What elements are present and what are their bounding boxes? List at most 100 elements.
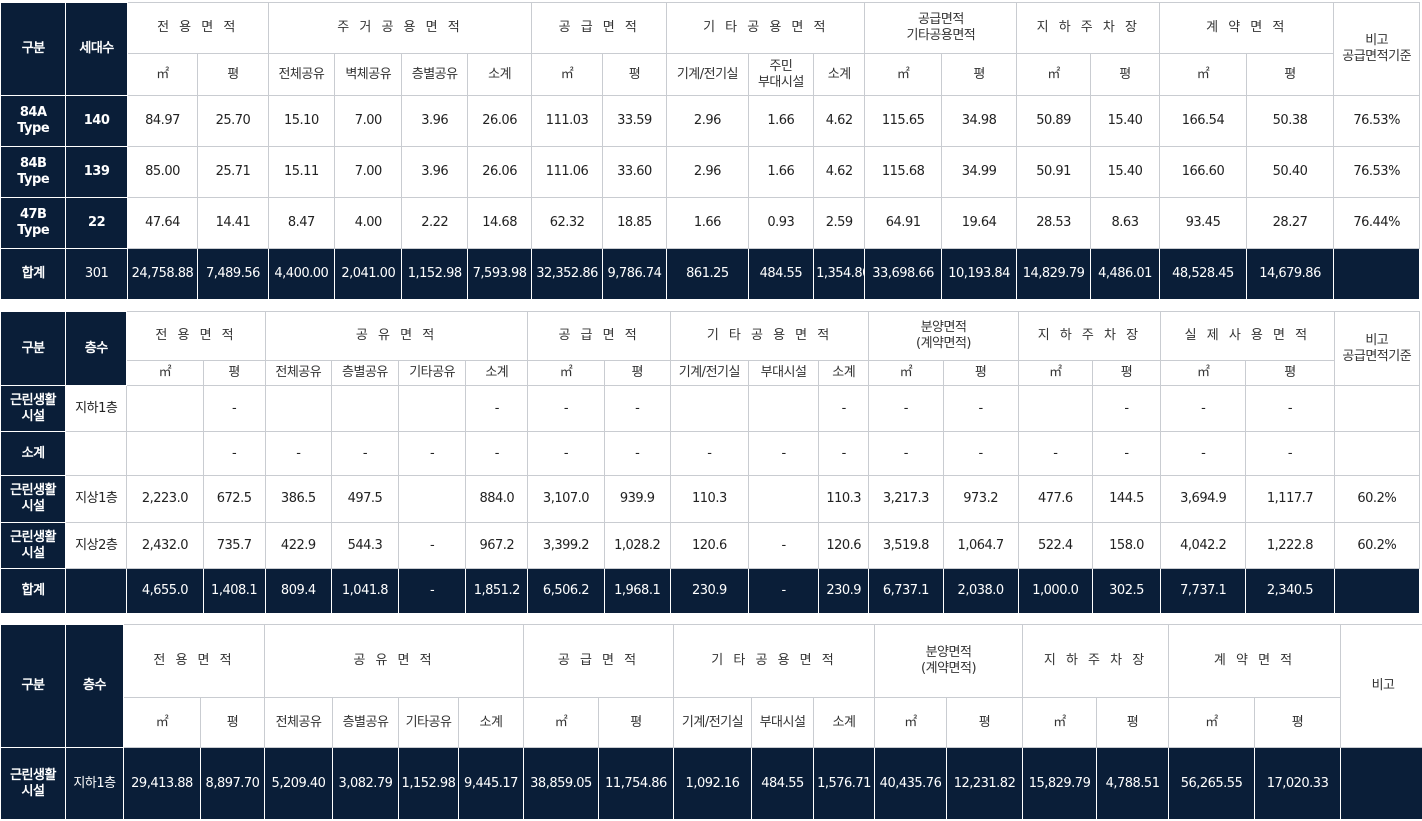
table-cell: 2.22 bbox=[401, 197, 468, 249]
table-cell bbox=[747, 475, 820, 523]
subheader-cell: 평 bbox=[1254, 697, 1342, 748]
table-cell: - bbox=[868, 385, 944, 432]
header-residential-common-area: 주 거 공 용 면 적 bbox=[267, 2, 533, 54]
table-cell: 62.32 bbox=[531, 197, 603, 249]
table-cell: 28.27 bbox=[1245, 197, 1335, 249]
table-cell: 3,082.79 bbox=[332, 747, 399, 820]
total-cell: 1,354.80 bbox=[813, 248, 866, 300]
table-cell: 115.68 bbox=[864, 146, 942, 198]
header-contract-area: 계 약 면 적 bbox=[1168, 624, 1342, 698]
table-cell: 672.5 bbox=[202, 475, 266, 523]
subheader-cell: 평 bbox=[1096, 697, 1170, 748]
subheader-cell: 부대시설 bbox=[751, 697, 814, 748]
total-cell: 48,528.45 bbox=[1159, 248, 1247, 300]
table-row: 소계 - - - - - - - - - - - - - - - - bbox=[0, 431, 1421, 476]
table-cell: 64.91 bbox=[864, 197, 942, 249]
table-cell bbox=[398, 475, 467, 523]
total-cell: 14,829.79 bbox=[1016, 248, 1091, 300]
table-cell bbox=[264, 385, 332, 432]
table-cell: 735.7 bbox=[202, 522, 266, 569]
table-cell: 12,231.82 bbox=[946, 747, 1024, 820]
table-cell: 111.06 bbox=[531, 146, 603, 198]
table-cell: 4.62 bbox=[813, 95, 866, 147]
table-cell: 110.3 bbox=[669, 475, 749, 523]
total-cell: 1,041.8 bbox=[330, 568, 400, 614]
table-cell: 11,754.86 bbox=[598, 747, 674, 820]
table-cell: 33.60 bbox=[601, 146, 668, 198]
table-cell bbox=[1017, 385, 1093, 432]
table-cell: 76.53% bbox=[1333, 146, 1420, 198]
table-cell: 26.06 bbox=[466, 95, 533, 147]
table-cell: 2.96 bbox=[666, 146, 749, 198]
row-label: 근린생활 시설 bbox=[0, 385, 67, 432]
subheader-cell: ㎡ bbox=[868, 360, 944, 386]
subheader-cell: 평 bbox=[202, 360, 266, 386]
table-cell: 4,042.2 bbox=[1160, 522, 1247, 569]
table-row: 84B Type 139 85.00 25.71 15.11 7.00 3.96 26.06 1… bbox=[0, 146, 1420, 198]
header-underground-parking: 지 하 주 차 장 bbox=[1017, 311, 1162, 361]
table-cell: - bbox=[669, 431, 749, 476]
table-cell: - bbox=[1160, 431, 1247, 476]
total-cell: - bbox=[747, 568, 820, 614]
table-cell: 38,859.05 bbox=[523, 747, 599, 820]
subheader-row: ㎡ 평 전체공유 층별공유 기타공유 소계 ㎡ 평 기계/전기실 부대시설 소계 ㎡ 평 ㎡ 평 ㎡ 평 bbox=[1, 697, 1422, 748]
subheader-cell: ㎡ bbox=[527, 360, 605, 386]
header-note: 비고 공급면적기준 bbox=[1333, 2, 1420, 96]
table-cell: 14.68 bbox=[466, 197, 533, 249]
subheader-cell: 평 bbox=[598, 697, 674, 748]
header-floor: 층수 bbox=[65, 624, 124, 748]
subheader-cell: ㎡ bbox=[874, 697, 948, 748]
total-cell bbox=[1333, 568, 1421, 614]
table-cell: 2,432.0 bbox=[126, 522, 204, 569]
subheader-cell: 소계 bbox=[818, 360, 870, 386]
subheader-cell: 소계 bbox=[466, 53, 533, 96]
table-cell: 1,222.8 bbox=[1245, 522, 1335, 569]
household-count-cell: 140 bbox=[65, 95, 128, 147]
subheader-cell: ㎡ bbox=[523, 697, 599, 748]
table-cell: 1,117.7 bbox=[1245, 475, 1335, 523]
table-cell: - bbox=[398, 522, 467, 569]
header-other-common-area: 기 타 공 용 면 적 bbox=[669, 311, 870, 361]
table-cell: 1,092.16 bbox=[673, 747, 752, 820]
total-count-cell: 301 bbox=[65, 248, 128, 300]
table-cell: 2,223.0 bbox=[126, 475, 204, 523]
total-cell: - bbox=[398, 568, 467, 614]
subheader-cell: 소계 bbox=[812, 697, 876, 748]
table-cell: 884.0 bbox=[465, 475, 529, 523]
table-cell: 47.64 bbox=[126, 197, 199, 249]
subheader-cell: 기계/전기실 bbox=[669, 360, 749, 386]
table-cell: - bbox=[1091, 431, 1162, 476]
table-cell: 158.0 bbox=[1091, 522, 1162, 569]
total-cell: 2,041.00 bbox=[334, 248, 403, 300]
subheader-cell: 평 bbox=[1245, 53, 1335, 96]
total-cell: 33,698.66 bbox=[864, 248, 942, 300]
table-cell: 522.4 bbox=[1017, 522, 1093, 569]
subheader-cell: 소계 bbox=[458, 697, 524, 748]
table-cell bbox=[330, 385, 400, 432]
table-cell: 33.59 bbox=[601, 95, 668, 147]
header-sale-area: 분양면적 (계약면적) bbox=[868, 311, 1019, 361]
table-cell: 3.96 bbox=[401, 95, 468, 147]
table-row: 근린생활 시설 지하1층 29,413.88 8,897.70 5,209.40 3,08… bbox=[0, 747, 1422, 820]
total-cell: 7,489.56 bbox=[197, 248, 269, 300]
row-type-label: 84A Type bbox=[0, 95, 67, 147]
table-cell: 120.6 bbox=[669, 522, 749, 569]
table-cell: 1.66 bbox=[747, 95, 815, 147]
total-cell: 484.55 bbox=[747, 248, 815, 300]
floor-cell bbox=[65, 568, 128, 614]
header-shared-area: 공 유 면 적 bbox=[264, 624, 524, 698]
total-cell: 1,408.1 bbox=[202, 568, 266, 614]
header-gubun: 구분 bbox=[0, 2, 67, 96]
total-cell: 1,851.2 bbox=[465, 568, 529, 614]
subheader-cell: 소계 bbox=[813, 53, 866, 96]
subheader-cell: 평 bbox=[1091, 360, 1162, 386]
table-cell: 497.5 bbox=[330, 475, 400, 523]
table-cell: 18.85 bbox=[601, 197, 668, 249]
total-cell: 6,737.1 bbox=[868, 568, 944, 614]
subheader-cell: 전체공유 bbox=[264, 360, 332, 386]
subheader-cell: 기타공유 bbox=[398, 360, 467, 386]
table-cell: 3,694.9 bbox=[1160, 475, 1247, 523]
table-cell: 4.62 bbox=[813, 146, 866, 198]
table-cell: 111.03 bbox=[531, 95, 603, 147]
header-supply-area: 공 급 면 적 bbox=[527, 311, 671, 361]
